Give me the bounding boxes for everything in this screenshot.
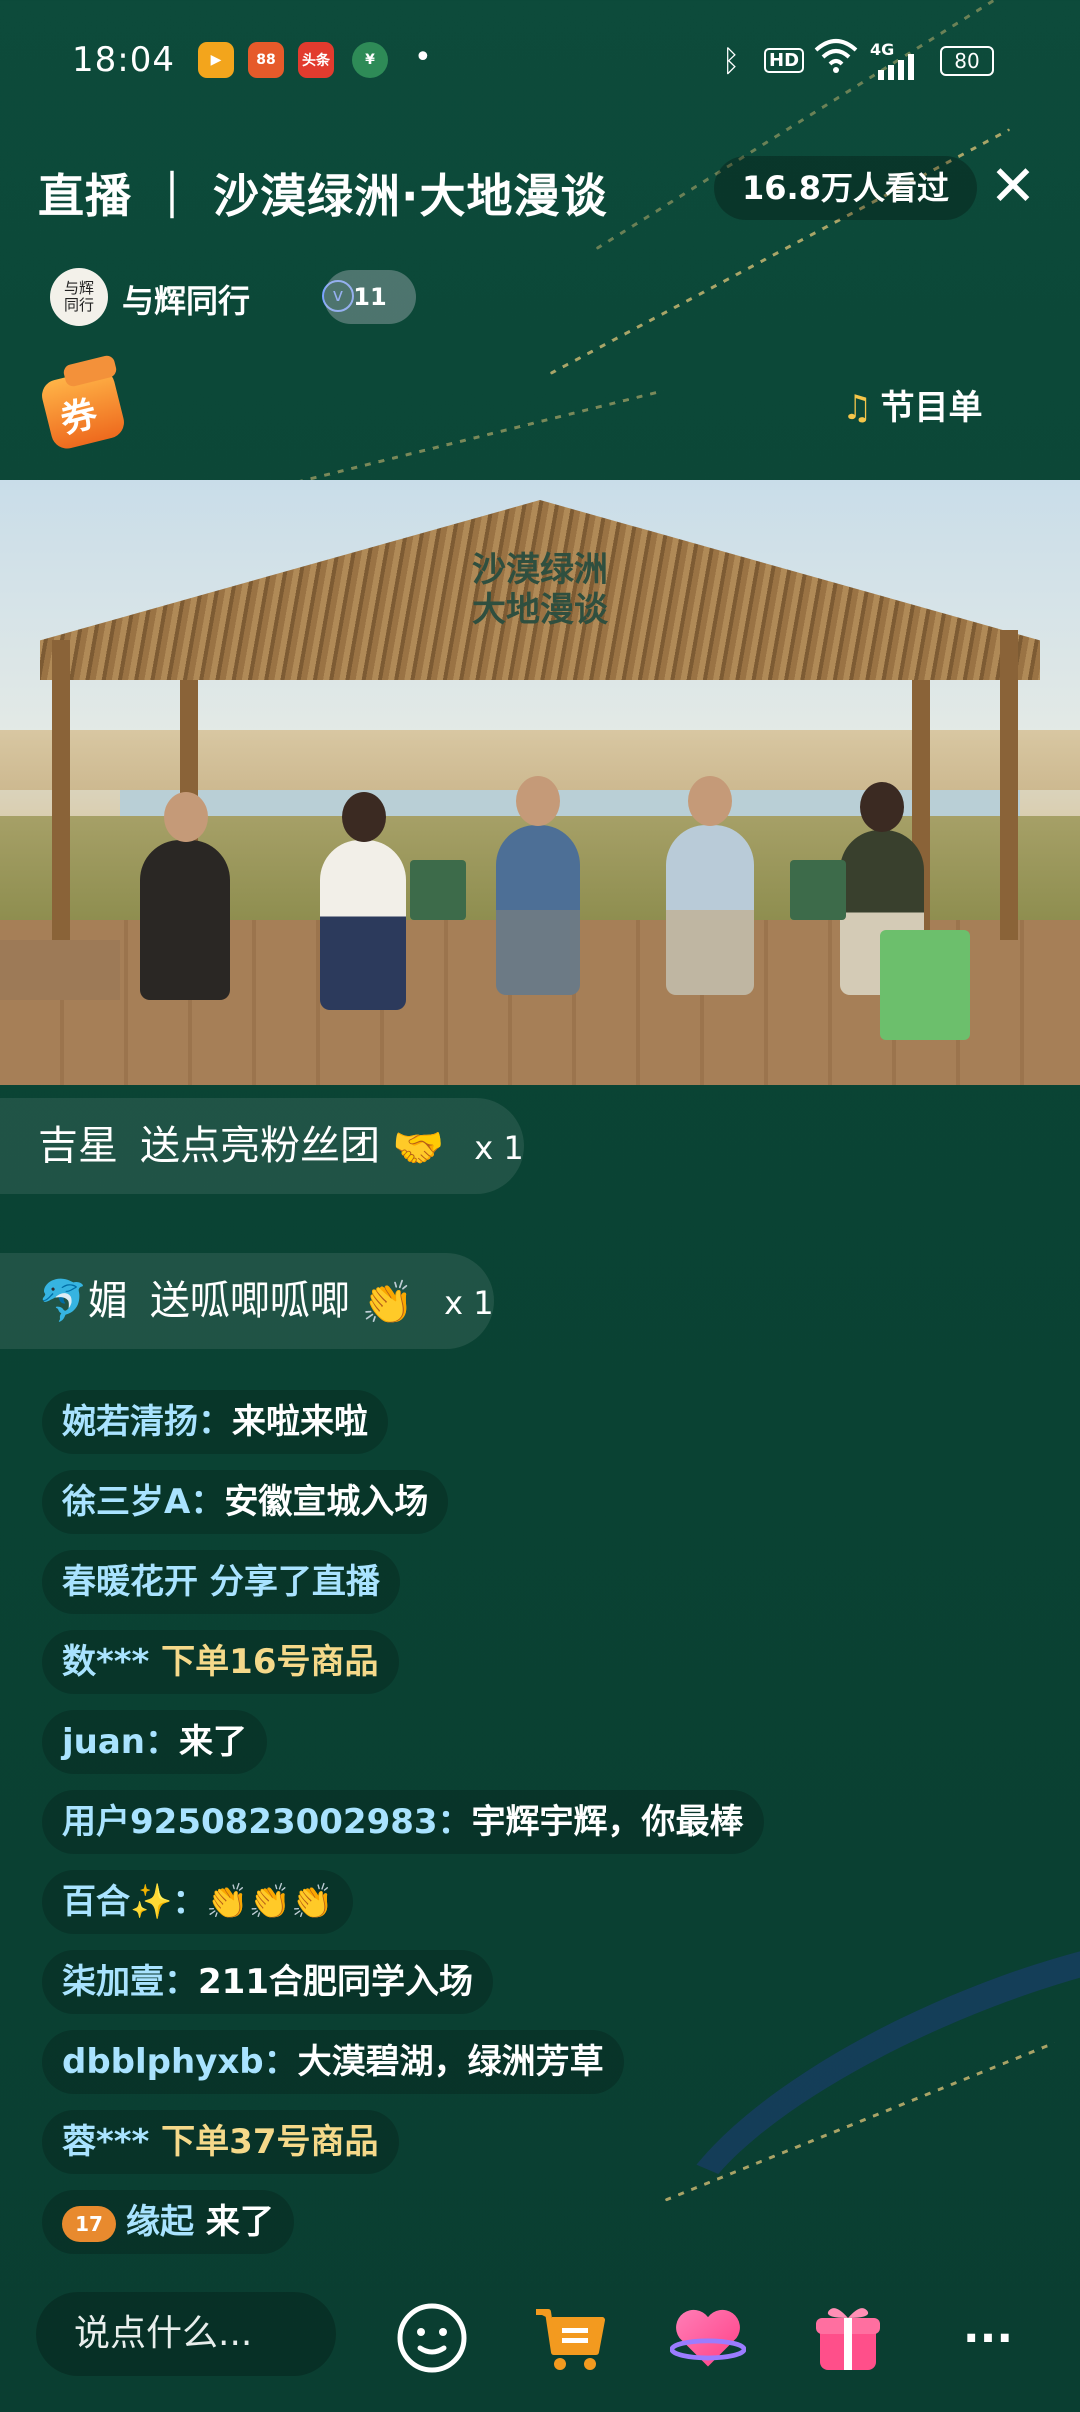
guest-2-head xyxy=(342,792,386,842)
emoji-icon[interactable] xyxy=(394,2300,470,2376)
playlist-label: 节目单 xyxy=(880,388,983,428)
chat-username[interactable]: 缘起 xyxy=(126,2202,194,2242)
chat-username[interactable]: 柒加壹： xyxy=(62,1962,198,2002)
pavilion-post xyxy=(1000,630,1018,940)
pavilion-post xyxy=(52,640,70,940)
wifi-icon xyxy=(814,36,858,82)
show-logo-sign: 沙漠绿洲 大地漫谈 xyxy=(472,550,608,630)
host-name[interactable]: 与辉同行 xyxy=(122,276,250,322)
guest-1 xyxy=(140,840,230,1000)
chat-username[interactable]: 蓉*** xyxy=(62,2122,149,2162)
chat-username[interactable]: 数*** xyxy=(62,1642,149,1682)
chat-text: 安徽宣城入场 xyxy=(224,1482,429,1522)
toutiao-app-icon: 头条 xyxy=(298,42,334,78)
guest-4 xyxy=(666,825,754,995)
chat-username[interactable]: 徐三岁A： xyxy=(62,1482,224,1522)
status-bar: 18:04 ▶ 88 头条 ¥ • ᛒ HD 4G 80 xyxy=(0,0,1080,120)
bank-app-icon: ¥ xyxy=(352,42,388,78)
shopping-app-icon: 88 xyxy=(248,42,284,78)
chat-username[interactable]: 百合✨： xyxy=(62,1882,206,1922)
chat-message: 17 缘起 来了 xyxy=(42,2190,294,2254)
chat-text: 👏👏👏 xyxy=(206,1882,334,1922)
guest-2 xyxy=(320,840,406,1010)
chat-username[interactable]: juan： xyxy=(62,1722,179,1762)
viewer-count[interactable]: 16.8万人看过 xyxy=(714,156,977,220)
chat-message: 百合✨：👏👏👏 xyxy=(42,1870,354,1934)
chat-text: 下单37号商品 xyxy=(149,2122,379,2162)
chat-message: 春暖花开 分享了直播 xyxy=(42,1550,400,1614)
chat-message: 柒加壹：211合肥同学入场 xyxy=(42,1950,493,2014)
chat-username[interactable]: 用户9250823002983： xyxy=(62,1802,472,1842)
lavender-crate xyxy=(0,940,120,1000)
chat-text: 下单16号商品 xyxy=(149,1642,379,1682)
guest-3 xyxy=(496,825,580,995)
chat-text: 来了 xyxy=(179,1722,248,1762)
cart-icon[interactable] xyxy=(532,2300,608,2376)
fan-club-badge[interactable]: 11 xyxy=(324,270,416,324)
chat-message: dbblphyxb：大漠碧湖，绿洲芳草 xyxy=(42,2030,624,2094)
chat-message: 婉若清扬：来啦来啦 xyxy=(42,1390,388,1454)
chat-text: 211合肥同学入场 xyxy=(198,1962,473,2002)
like-heart-icon[interactable] xyxy=(670,2300,746,2376)
gift-action: 送点亮粉丝团 xyxy=(140,1123,380,1169)
gift-box-icon[interactable] xyxy=(810,2300,886,2376)
chat-message: 蓉*** 下单37号商品 xyxy=(42,2110,399,2174)
guest-5-head xyxy=(860,782,904,832)
gift-action: 送呱唧呱唧 xyxy=(149,1278,350,1324)
guest-3-head xyxy=(516,776,560,826)
clock: 18:04 xyxy=(72,40,175,80)
gift-notification: 🐬媚 送呱唧呱唧 👏 x 1 xyxy=(0,1253,494,1349)
clapping-gift-icon: 👏 xyxy=(361,1278,415,1327)
coupon-button[interactable]: 券 xyxy=(38,352,138,452)
more-icon[interactable]: ··· xyxy=(950,2300,1026,2376)
playlist-button[interactable]: ♫ 节目单 xyxy=(842,380,982,429)
close-icon[interactable]: ✕ xyxy=(985,150,1041,224)
chat-message: 数*** 下单16号商品 xyxy=(42,1630,399,1694)
gift-sender: 吉星 xyxy=(38,1123,118,1169)
guest-4-head xyxy=(688,776,732,826)
gift-count: x 1 xyxy=(444,1284,494,1322)
notification-dot: • xyxy=(414,40,432,75)
gift-count: x 1 xyxy=(474,1129,524,1167)
chat-username[interactable]: 婉若清扬： xyxy=(62,1402,232,1442)
battery-indicator: 80 xyxy=(940,46,994,76)
guest-1-head xyxy=(164,792,208,842)
gift-notification: 吉星 送点亮粉丝团 🤝 x 1 xyxy=(0,1098,524,1194)
bluetooth-icon: ᛒ xyxy=(722,44,740,79)
chat-message: 徐三岁A：安徽宣城入场 xyxy=(42,1470,449,1534)
gold-sparkle-decoration xyxy=(255,389,665,494)
chat-text: 宇辉宇辉，你最棒 xyxy=(471,1802,744,1842)
chat-text: 大漠碧湖，绿洲芳草 xyxy=(297,2042,604,2082)
signal-icon xyxy=(876,54,916,86)
live-title: 直播 ｜ 沙漠绿洲·大地漫谈 xyxy=(38,169,608,223)
heart-hands-gift-icon: 🤝 xyxy=(392,1123,445,1172)
chat-text: 来了 xyxy=(194,2202,274,2242)
product-packs xyxy=(880,930,970,1040)
hd-badge: HD xyxy=(764,48,805,73)
video-app-icon: ▶ xyxy=(198,42,234,78)
chat-message: 用户9250823002983：宇辉宇辉，你最棒 xyxy=(42,1790,764,1854)
chat-text: 来啦来啦 xyxy=(232,1402,368,1442)
chat-username[interactable]: dbblphyxb： xyxy=(62,2042,298,2082)
host-avatar[interactable]: 与辉 同行 xyxy=(50,268,108,326)
chat-username[interactable]: 春暖花开 分享了直播 xyxy=(62,1562,380,1602)
fan-level: 11 xyxy=(353,283,387,311)
comment-input[interactable]: 说点什么... xyxy=(36,2292,336,2376)
product-box xyxy=(410,860,466,920)
chat-message: juan：来了 xyxy=(42,1710,268,1774)
user-level-badge: 17 xyxy=(62,2205,116,2242)
product-box xyxy=(790,860,846,920)
live-video[interactable]: 沙漠绿洲 大地漫谈 xyxy=(0,480,1080,1085)
music-note-icon: ♫ xyxy=(842,388,873,428)
gift-sender: 🐬媚 xyxy=(38,1278,128,1324)
